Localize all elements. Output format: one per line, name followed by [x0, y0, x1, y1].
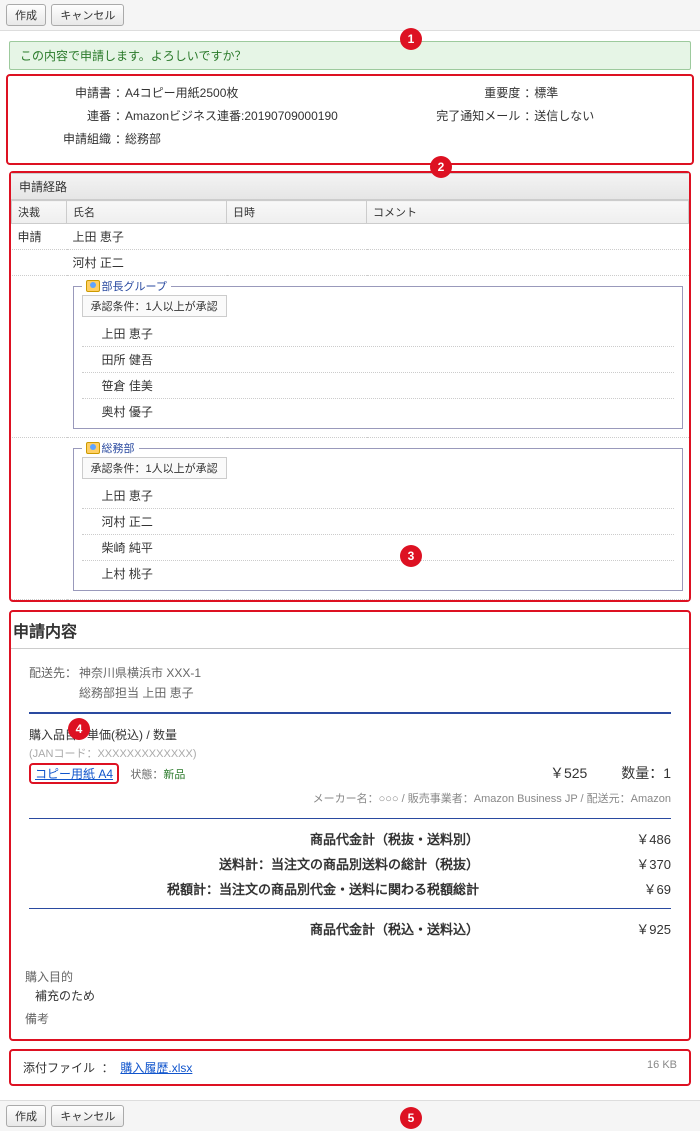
- applicant-name: 上田 恵子: [67, 224, 227, 250]
- attachment-label: 添付ファイル: [23, 1061, 95, 1075]
- group-member: 上田 恵子: [82, 483, 674, 509]
- col-comment: コメント: [367, 201, 689, 224]
- ship-person: 総務部担当 上田 恵子: [29, 683, 671, 703]
- col-date: 日時: [227, 201, 367, 224]
- divider: [29, 712, 671, 714]
- group-icon: [86, 280, 100, 292]
- group-name: 部長グループ: [102, 281, 167, 293]
- group-member: 上田 恵子: [82, 321, 674, 347]
- state-label: 状態：: [130, 769, 163, 781]
- summary-block: 申請書 ： A4コピー用紙2500枚 連番 ： Amazonビジネス連番:201…: [6, 74, 694, 165]
- summary-seq-value: Amazonビジネス連番:20190709000190: [125, 107, 338, 124]
- state-value: 新品: [163, 769, 185, 781]
- approval-condition: 承認条件：1人以上が承認: [82, 457, 227, 479]
- summary-mail-label: 完了通知メール: [429, 107, 524, 124]
- purpose-value: 補充のため: [35, 987, 675, 1004]
- group-member: 田所 健吾: [82, 347, 674, 373]
- col-decision: 決裁: [12, 201, 67, 224]
- grand-total-value: ￥925: [571, 919, 671, 938]
- summary-mail-value: 送信しない: [534, 107, 594, 124]
- route-block: 申請経路 決裁 氏名 日時 コメント 申請 上田 恵子 河村 正二: [9, 171, 691, 602]
- attachment-link[interactable]: 購入履歴.xlsx: [120, 1061, 192, 1075]
- total-value: ￥486: [571, 829, 671, 848]
- group-icon: [86, 442, 100, 454]
- summary-org-label: 申請組織: [20, 130, 115, 147]
- cancel-button[interactable]: キャンセル: [51, 1105, 124, 1127]
- items-label: 購入品目 / 単価(税込) / 数量: [29, 726, 671, 743]
- product-link[interactable]: コピー用紙 A4: [35, 767, 113, 781]
- marker-4: 4: [68, 718, 90, 740]
- group-member: 上村 桃子: [82, 561, 674, 586]
- summary-importance-value: 標準: [534, 84, 558, 101]
- ship-label: 配送先：: [29, 663, 79, 683]
- grand-total-label: 商品代金計（税込・送料込）: [149, 919, 479, 938]
- attachment-block: 添付ファイル ： 購入履歴.xlsx 16 KB: [9, 1049, 691, 1086]
- summary-title-value: A4コピー用紙2500枚: [125, 84, 238, 101]
- total-label: 送料計：当注文の商品別送料の総計（税抜）: [149, 854, 479, 873]
- create-button[interactable]: 作成: [6, 4, 46, 26]
- group-member: 河村 正二: [82, 509, 674, 535]
- approval-group: 総務部 承認条件：1人以上が承認 上田 恵子 河村 正二 柴崎 純平 上村 桃子: [73, 448, 683, 591]
- group-name: 総務部: [102, 443, 135, 455]
- total-label: 税額計：当注文の商品別代金・送料に関わる税額総計: [149, 879, 479, 898]
- summary-seq-label: 連番: [20, 107, 115, 124]
- qty-value: 1: [663, 765, 671, 781]
- unit-price: ￥525: [550, 765, 587, 781]
- total-label: 商品代金計（税抜・送料別）: [149, 829, 479, 848]
- create-button[interactable]: 作成: [6, 1105, 46, 1127]
- summary-org-value: 総務部: [125, 130, 161, 147]
- summary-importance-label: 重要度: [429, 84, 524, 101]
- group-member: 柴崎 純平: [82, 535, 674, 561]
- col-name: 氏名: [67, 201, 227, 224]
- group-member: 奥村 優子: [82, 399, 674, 424]
- marker-1: 1: [400, 28, 422, 50]
- cancel-button[interactable]: キャンセル: [51, 4, 124, 26]
- confirm-message: この内容で申請します。よろしいですか？: [9, 41, 691, 70]
- summary-title-label: 申請書: [20, 84, 115, 101]
- marker-3: 3: [400, 545, 422, 567]
- attachment-size: 16 KB: [647, 1059, 677, 1071]
- jan-code: (JANコード：XXXXXXXXXXXXX): [29, 745, 671, 761]
- route-table: 決裁 氏名 日時 コメント 申請 上田 恵子 河村 正二: [11, 200, 689, 600]
- marker-5: 5: [400, 1107, 422, 1129]
- applicant-name: 河村 正二: [67, 250, 227, 276]
- group-member: 笹倉 佳美: [82, 373, 674, 399]
- apply-label: 申請: [12, 224, 67, 250]
- total-value: ￥69: [571, 879, 671, 898]
- route-title: 申請経路: [11, 173, 689, 200]
- divider: [29, 908, 671, 909]
- total-value: ￥370: [571, 854, 671, 873]
- product-meta: メーカー名：○○○ / 販売事業者：Amazon Business JP / 配…: [29, 790, 671, 806]
- approval-group: 部長グループ 承認条件：1人以上が承認 上田 恵子 田所 健吾 笹倉 佳美 奥村…: [73, 286, 683, 429]
- qty-label: 数量：: [621, 765, 663, 781]
- content-block: 申請内容 配送先：神奈川県横浜市 XXX-1 総務部担当 上田 恵子 購入品目 …: [9, 610, 691, 1041]
- purpose-label: 購入目的: [25, 968, 675, 985]
- remark-label: 備考: [25, 1010, 675, 1027]
- divider: [29, 818, 671, 819]
- ship-address: 神奈川県横浜市 XXX-1: [79, 666, 201, 680]
- approval-condition: 承認条件：1人以上が承認: [82, 295, 227, 317]
- marker-2: 2: [430, 156, 452, 178]
- content-heading: 申請内容: [11, 612, 689, 649]
